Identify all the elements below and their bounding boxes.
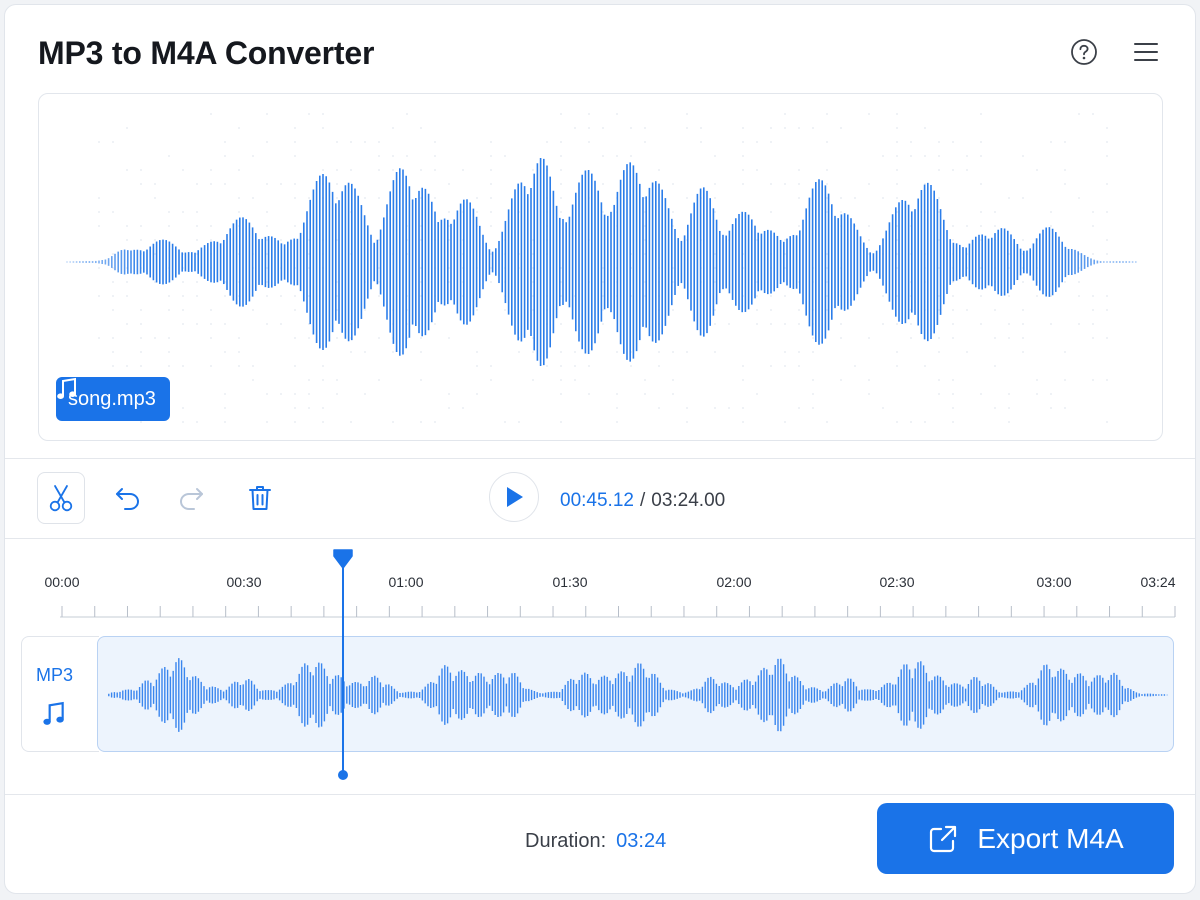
duration-readout: Duration: 03:24: [525, 830, 666, 853]
header: MP3 to M4A Converter: [5, 5, 1195, 93]
undo-button[interactable]: [104, 472, 152, 524]
page-title: MP3 to M4A Converter: [38, 35, 374, 72]
divider: [5, 794, 1195, 795]
track-format-label: MP3: [36, 665, 73, 686]
timeline-tick-label: 03:24: [1140, 574, 1175, 590]
delete-button[interactable]: [236, 472, 284, 524]
file-name: song.mp3: [68, 388, 156, 411]
timeline-tick-label: 00:00: [44, 574, 79, 590]
duration-value: 03:24: [616, 830, 666, 852]
play-icon: [503, 485, 525, 509]
scissors-icon: [47, 483, 75, 513]
audio-clip[interactable]: [97, 636, 1174, 752]
timeline-tick-label: 00:30: [226, 574, 261, 590]
duration-label: Duration:: [525, 830, 606, 852]
redo-button[interactable]: [167, 472, 215, 524]
play-button[interactable]: [489, 472, 539, 522]
file-chip[interactable]: song.mp3: [56, 377, 170, 421]
trash-icon: [247, 484, 273, 512]
menu-button[interactable]: [1129, 35, 1163, 69]
time-separator: /: [640, 490, 645, 511]
time-readout: 00:45.12 / 03:24.00: [560, 490, 725, 512]
undo-icon: [114, 485, 142, 511]
redo-icon: [177, 485, 205, 511]
external-link-icon: [927, 823, 959, 855]
hamburger-menu-icon: [1133, 41, 1159, 63]
playhead-end-dot: [338, 770, 348, 780]
export-label: Export M4A: [977, 823, 1123, 855]
current-time: 00:45.12: [560, 490, 634, 511]
timeline-tick-label: 01:00: [388, 574, 423, 590]
timeline-ruler[interactable]: 00:00 00:30 01:00 01:30 02:00 02:30 03:00 03:24: [5, 545, 1195, 625]
cut-button[interactable]: [37, 472, 85, 524]
music-note-icon: [42, 701, 66, 727]
timeline-tick-label: 02:00: [716, 574, 751, 590]
help-circle-icon: [1070, 38, 1098, 66]
music-note-icon: [56, 377, 78, 401]
waveform-preview: song.mp3: [38, 93, 1163, 441]
timeline-tick-label: 03:00: [1036, 574, 1071, 590]
track-header: MP3: [21, 636, 99, 752]
timeline-tick-label: 01:30: [552, 574, 587, 590]
export-button[interactable]: Export M4A: [877, 803, 1174, 874]
preview-waveform: [39, 94, 1163, 441]
help-button[interactable]: [1067, 35, 1101, 69]
playhead-handle[interactable]: [332, 548, 354, 570]
playhead-line[interactable]: [342, 561, 344, 776]
clip-waveform: [98, 637, 1174, 752]
divider: [5, 458, 1195, 459]
divider: [5, 538, 1195, 539]
total-time: 03:24.00: [651, 490, 725, 511]
timeline-tick-label: 02:30: [879, 574, 914, 590]
converter-window: MP3 to M4A Converter song.mp3 00:45.12 /…: [4, 4, 1196, 894]
